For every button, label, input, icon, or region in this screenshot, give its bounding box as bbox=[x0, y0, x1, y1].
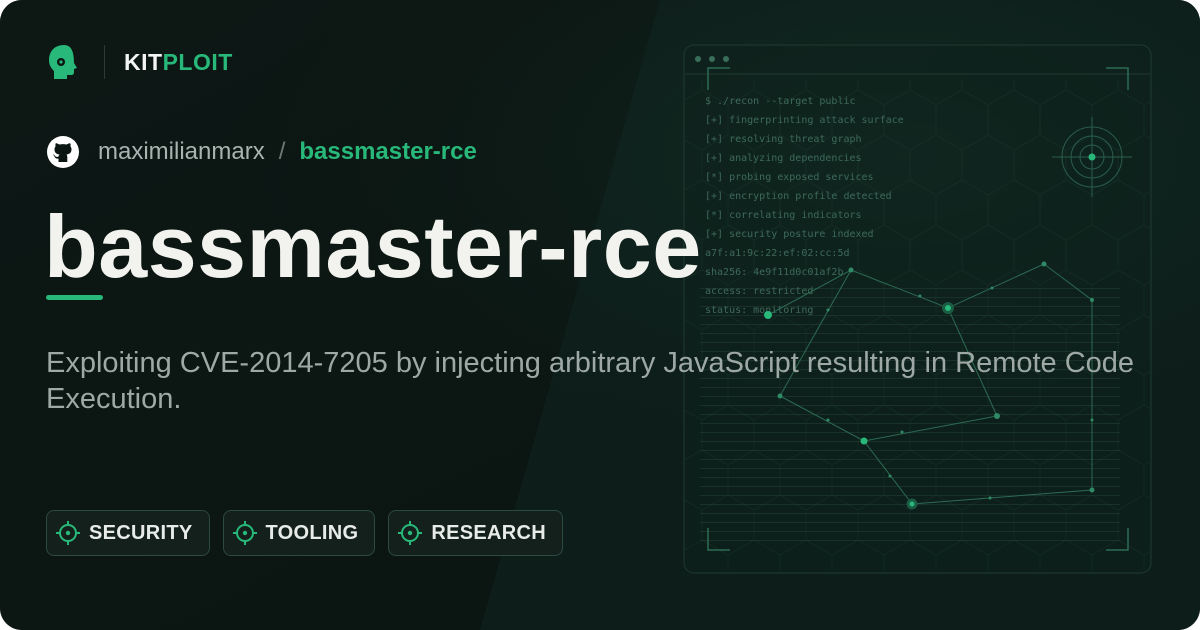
crosshair-icon bbox=[56, 521, 80, 545]
tag-label: SECURITY bbox=[89, 521, 193, 544]
repo-owner[interactable]: maximilianmarx bbox=[98, 138, 265, 166]
terminal-line: [+] security posture indexed bbox=[705, 229, 874, 240]
terminal-line: [+] fingerprinting attack surface bbox=[705, 115, 904, 126]
terminal-line: [*] probing exposed services bbox=[705, 172, 874, 183]
terminal-line: [+] encryption profile detected bbox=[705, 191, 892, 202]
tag-label: RESEARCH bbox=[431, 521, 547, 544]
window-dot-icon bbox=[709, 56, 715, 62]
brand[interactable]: KITPLOIT bbox=[46, 40, 233, 84]
crosshair-icon bbox=[232, 521, 257, 545]
tag-label: TOOLING bbox=[265, 521, 359, 544]
brand-name: KITPLOIT bbox=[124, 49, 233, 76]
terminal-line: sha256: 4e9f11d0c01af2b bbox=[705, 267, 843, 278]
tag-tooling[interactable]: TOOLING bbox=[222, 510, 376, 556]
terminal-line: status: monitoring bbox=[705, 305, 813, 316]
brand-name-primary: KIT bbox=[124, 48, 163, 75]
tag-security[interactable]: SECURITY bbox=[46, 510, 210, 556]
page-title: bassmaster-rce bbox=[44, 197, 702, 296]
description: Exploiting CVE-2014-7205 by injecting ar… bbox=[46, 347, 1135, 415]
window-dot-icon bbox=[695, 56, 701, 62]
terminal-line: [*] correlating indicators bbox=[705, 210, 862, 221]
terminal-line: access: restricted bbox=[705, 286, 813, 297]
terminal-line: [+] analyzing dependencies bbox=[705, 153, 862, 164]
repo-breadcrumb: maximilianmarx / bassmaster-rce bbox=[46, 134, 477, 170]
title-underline bbox=[46, 295, 103, 300]
brand-name-accent: PLOIT bbox=[162, 48, 233, 75]
terminal-line: a7f:a1:9c:22:ef:02:cc:5d bbox=[705, 248, 850, 259]
terminal-line: $ ./recon --target public bbox=[705, 96, 856, 107]
window-dot-icon bbox=[723, 56, 729, 62]
brand-divider bbox=[104, 45, 105, 79]
repo-separator: / bbox=[278, 138, 286, 165]
crosshair-icon bbox=[398, 521, 423, 545]
tag-list: SECURITY TOOLING RESEARCH bbox=[46, 510, 576, 556]
tag-research[interactable]: RESEARCH bbox=[388, 510, 564, 556]
social-card: $ ./recon --target public [+] fingerprin… bbox=[0, 0, 1200, 630]
kitploit-head-logo-icon bbox=[49, 45, 77, 79]
github-icon bbox=[47, 136, 79, 168]
repo-name[interactable]: bassmaster-rce bbox=[299, 138, 476, 166]
terminal-line: [+] resolving threat graph bbox=[705, 134, 862, 145]
terminal-window: $ ./recon --target public [+] fingerprin… bbox=[683, 44, 1152, 574]
